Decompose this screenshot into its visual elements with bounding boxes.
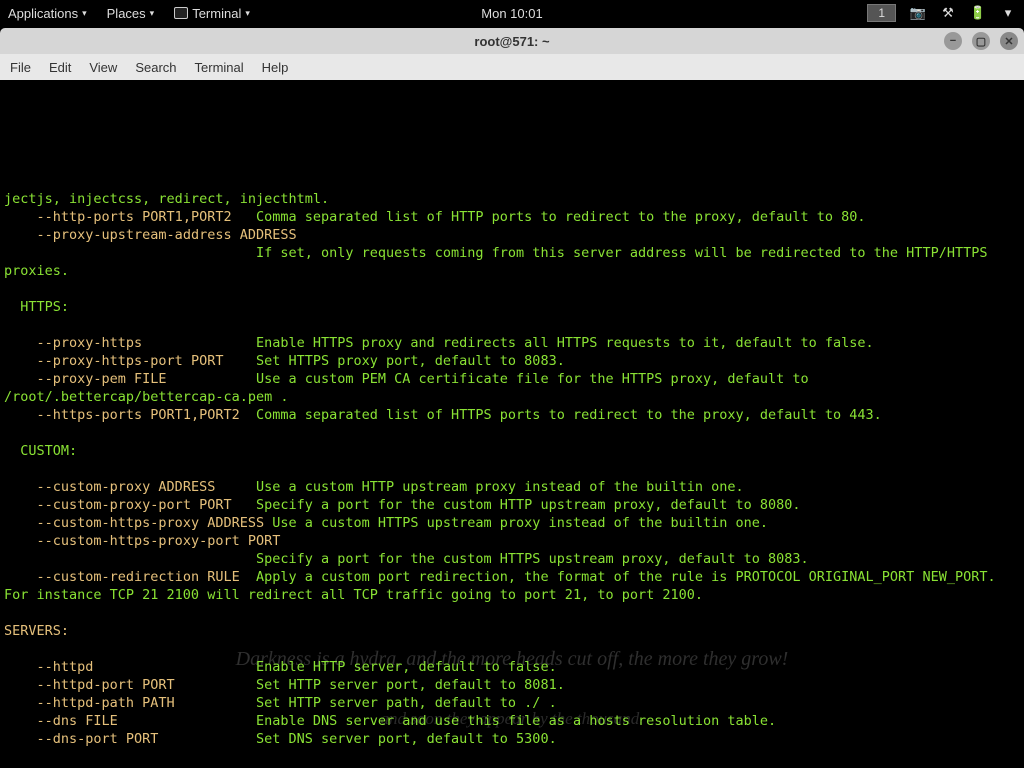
chevron-down-icon: ▾ [82, 8, 87, 19]
battery-icon[interactable]: 🔋 [970, 5, 986, 21]
terminal-menubar: File Edit View Search Terminal Help [0, 54, 1024, 80]
chevron-down-icon[interactable]: ▾ [1000, 5, 1016, 21]
terminal-output: jectjs, injectcss, redirect, injecthtml.… [4, 190, 1020, 768]
tool-icon[interactable]: ⚒ [940, 5, 956, 21]
places-menu[interactable]: Places▾ [107, 6, 155, 21]
window-titlebar[interactable]: root@571: ~ − ▢ ✕ [0, 28, 1024, 54]
menu-file[interactable]: File [10, 60, 31, 75]
camera-icon[interactable]: 📷 [910, 5, 926, 21]
terminal-window: root@571: ~ − ▢ ✕ File Edit View Search … [0, 28, 1024, 768]
menu-search[interactable]: Search [135, 60, 176, 75]
menu-view[interactable]: View [89, 60, 117, 75]
applications-menu[interactable]: Applications▾ [8, 6, 87, 21]
chevron-down-icon: ▾ [150, 8, 155, 19]
terminal-app-menu[interactable]: Terminal▾ [174, 6, 250, 21]
terminal-icon [174, 7, 188, 19]
window-title: root@571: ~ [474, 34, 549, 49]
clock[interactable]: Mon 10:01 [481, 6, 542, 21]
menu-terminal[interactable]: Terminal [195, 60, 244, 75]
minimize-button[interactable]: − [944, 32, 962, 50]
chevron-down-icon: ▾ [245, 8, 250, 19]
gnome-top-bar: Applications▾ Places▾ Terminal▾ Mon 10:0… [0, 0, 1024, 26]
close-button[interactable]: ✕ [1000, 32, 1018, 50]
menu-help[interactable]: Help [262, 60, 289, 75]
maximize-button[interactable]: ▢ [972, 32, 990, 50]
terminal-viewport[interactable]: Darkness is a hydra, and the more heads … [0, 80, 1024, 768]
menu-edit[interactable]: Edit [49, 60, 71, 75]
workspace-indicator[interactable]: 1 [867, 4, 896, 22]
